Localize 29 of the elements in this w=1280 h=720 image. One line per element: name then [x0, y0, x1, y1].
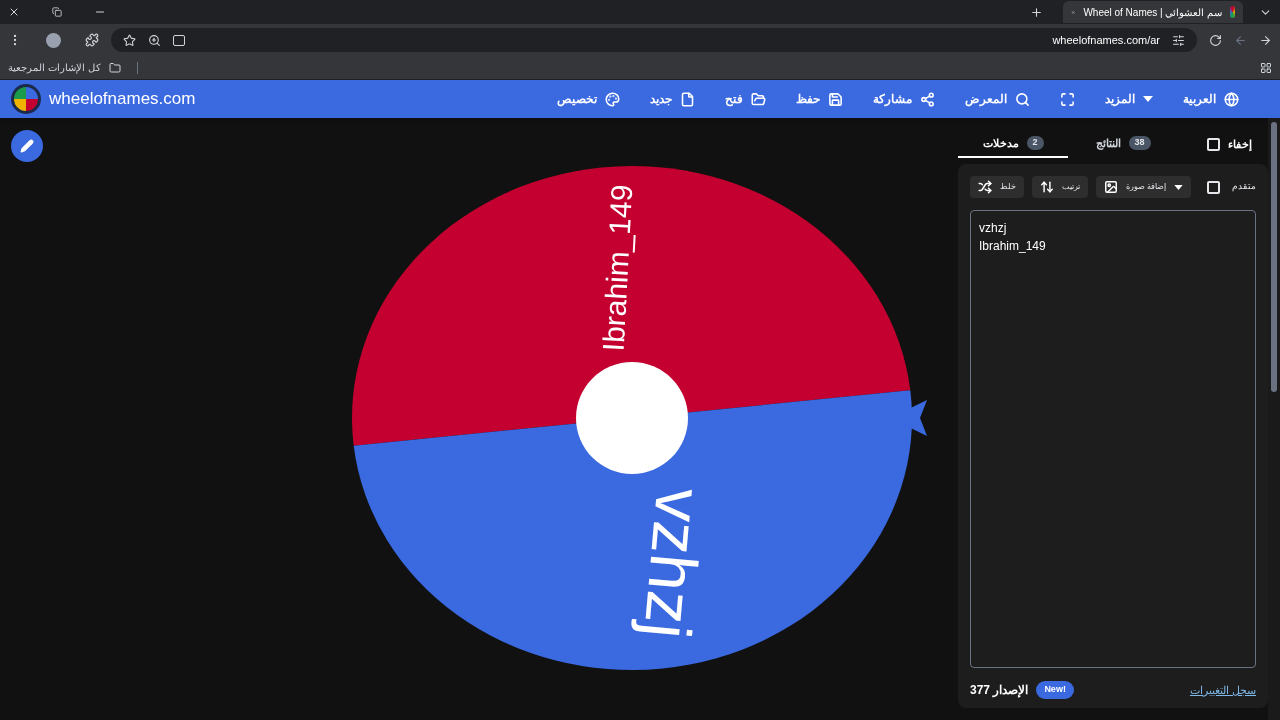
toolbar-button[interactable]: خلط — [970, 176, 1024, 198]
entries-field[interactable]: vzhzj Ibrahim_149 — [970, 210, 1256, 668]
count-badge: 38 — [1128, 136, 1151, 150]
nav-button[interactable]: مشاركة — [873, 90, 935, 108]
address-bar[interactable]: wheelofnames.com/ar — [111, 28, 1197, 52]
version-text: الإصدار 377 — [970, 682, 1029, 699]
nav-button[interactable]: المزيد — [1105, 90, 1153, 108]
entry-text: vzhzj — [979, 220, 1008, 237]
logo-text[interactable]: wheelofnames.com — [49, 86, 196, 112]
nav-button[interactable]: فتح — [725, 90, 766, 108]
slice-label: Ibrahim_149 — [596, 183, 639, 352]
nav-button[interactable]: المعرض — [965, 90, 1030, 108]
changelog-link[interactable]: سجل التغييرات — [1189, 681, 1256, 699]
entry-text: Ibrahim_149 — [979, 238, 1047, 255]
bookmarks-label[interactable]: كل الإشارات المرجعية — [8, 60, 101, 75]
hide-label: إخفاء — [1228, 136, 1252, 153]
nav-button[interactable]: جديد — [650, 90, 695, 108]
nav-button[interactable]: تخصيص — [557, 90, 620, 108]
nav-button[interactable]: حفظ — [796, 90, 843, 108]
name-wheel[interactable]: Ibrahim_149 vzhzj — [332, 158, 932, 678]
toolbar-button[interactable]: ترتيب — [1032, 176, 1088, 198]
slice-label: vzhzj — [630, 485, 717, 642]
advanced-label: متقدم — [1232, 180, 1257, 194]
new-badge: New! — [1036, 681, 1074, 699]
url-text: wheelofnames.com/ar — [1052, 32, 1160, 48]
browser-tab[interactable]: Wheel of Names | سم العشوائي — [1063, 1, 1243, 23]
count-badge: 2 — [1026, 136, 1044, 150]
toolbar-button[interactable]: إضافة صورة — [1096, 176, 1192, 198]
nav-button[interactable]: العربية — [1183, 90, 1239, 108]
